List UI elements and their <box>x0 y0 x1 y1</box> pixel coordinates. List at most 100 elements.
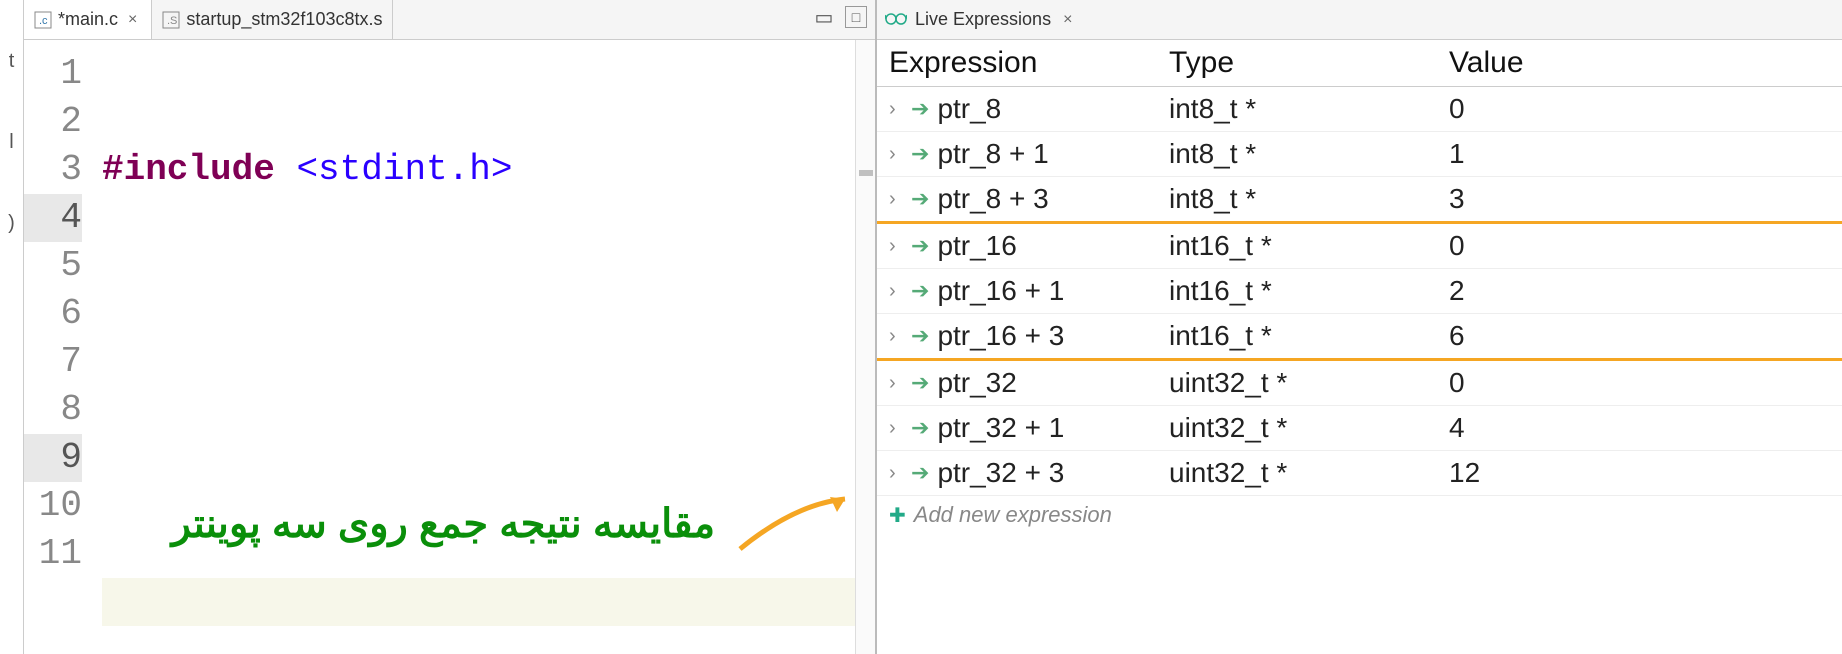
chevron-right-icon[interactable]: › <box>889 462 903 485</box>
expression-text: ptr_32 <box>937 367 1016 399</box>
expression-cell[interactable]: › ➔ ptr_32 + 3 <box>889 457 1169 489</box>
pointer-icon: ➔ <box>911 278 929 304</box>
tab-label: startup_stm32f103c8tx.s <box>186 9 382 30</box>
maximize-icon[interactable]: □ <box>845 6 867 28</box>
value-cell: 3 <box>1449 183 1830 215</box>
line-number-gutter: 1 2 3 4 5 6 7 8 9 10 11 <box>24 40 94 654</box>
code-line[interactable] <box>102 290 875 338</box>
live-expressions-tab-bar: Live Expressions × <box>877 0 1842 40</box>
svg-text:.S: .S <box>167 15 177 27</box>
expression-cell[interactable]: ›➔ptr_32 <box>889 367 1169 399</box>
gutter-item: ) <box>8 212 15 235</box>
type-cell: int16_t * <box>1169 320 1449 352</box>
pointer-icon: ➔ <box>911 96 929 122</box>
line-number: 8 <box>24 386 82 434</box>
pointer-icon: ➔ <box>911 415 929 441</box>
pointer-icon: ➔ <box>911 141 929 167</box>
chevron-right-icon[interactable]: › <box>889 325 903 348</box>
line-number: 4 <box>24 194 82 242</box>
editor-window-controls: ▭ □ <box>813 6 867 28</box>
type-cell: uint32_t * <box>1169 367 1449 399</box>
expression-cell[interactable]: › ➔ ptr_16 + 3 <box>889 320 1169 352</box>
chevron-right-icon[interactable]: › <box>889 98 903 121</box>
value-cell: 12 <box>1449 457 1830 489</box>
table-row[interactable]: › ➔ ptr_32 + 3 uint32_t *12 <box>877 451 1842 496</box>
chevron-right-icon[interactable]: › <box>889 280 903 303</box>
line-number: 10 <box>24 482 82 530</box>
type-cell: uint32_t * <box>1169 457 1449 489</box>
expression-text: ptr_8 <box>937 93 1001 125</box>
live-expressions-pane: Live Expressions × Expression Type Value… <box>876 0 1842 654</box>
expression-cell[interactable]: ›➔ptr_16 + 1 <box>889 275 1169 307</box>
code-editor[interactable]: 1 2 3 4 5 6 7 8 9 10 11 #include <stdint… <box>24 40 875 654</box>
code-line[interactable] <box>102 578 875 626</box>
expression-cell[interactable]: › ➔ ptr_8 + 3 <box>889 183 1169 215</box>
expression-text: ptr_16 + 3 <box>937 320 1064 352</box>
expression-text: ptr_32 + 1 <box>937 412 1064 444</box>
s-file-icon: .S <box>162 11 180 29</box>
col-header-value[interactable]: Value <box>1449 46 1830 80</box>
line-number: 11 <box>24 530 82 578</box>
line-number: 6 <box>24 290 82 338</box>
expression-cell[interactable]: › ➔ ptr_8 + 1 <box>889 138 1169 170</box>
expression-cell[interactable]: › ➔ ptr_8 <box>889 93 1169 125</box>
expression-text: ptr_8 + 3 <box>937 183 1048 215</box>
c-file-icon: .c <box>34 11 52 29</box>
col-header-expression[interactable]: Expression <box>889 46 1169 80</box>
activity-bar: t l ) <box>0 0 24 654</box>
gutter-item: t <box>9 50 15 73</box>
line-number: 9 <box>24 434 82 482</box>
pointer-icon: ➔ <box>911 460 929 486</box>
expression-cell[interactable]: › ➔ ptr_16 <box>889 230 1169 262</box>
add-expression-row[interactable]: ✚ Add new expression <box>877 496 1842 534</box>
type-cell: int16_t * <box>1169 230 1449 262</box>
ruler-mark <box>859 170 873 176</box>
table-row[interactable]: › ➔ ptr_32 + 1 uint32_t *4 <box>877 406 1842 451</box>
line-number: 5 <box>24 242 82 290</box>
table-row[interactable]: › ➔ ptr_16 int16_t *0 <box>877 224 1842 269</box>
type-cell: uint32_t * <box>1169 412 1449 444</box>
table-row[interactable]: › ➔ ptr_8 + 1 int8_t *1 <box>877 132 1842 177</box>
table-row[interactable]: › ➔ ptr_16 + 3 int16_t *6 <box>877 314 1842 361</box>
minimize-icon[interactable]: ▭ <box>813 6 835 28</box>
col-header-type[interactable]: Type <box>1169 46 1449 80</box>
value-cell: 2 <box>1449 275 1830 307</box>
chevron-right-icon[interactable]: › <box>889 417 903 440</box>
expression-text: ptr_16 <box>937 230 1016 262</box>
value-cell: 1 <box>1449 138 1830 170</box>
value-cell: 4 <box>1449 412 1830 444</box>
chevron-right-icon[interactable]: › <box>889 372 903 395</box>
code-content[interactable]: #include <stdint.h> uint32_t * ptr_32 = … <box>94 40 875 654</box>
chevron-right-icon[interactable]: › <box>889 235 903 258</box>
table-row[interactable]: ›➔ptr_16 + 1int16_t *2 <box>877 269 1842 314</box>
glasses-icon <box>885 9 907 30</box>
gutter-item: l <box>9 131 13 154</box>
code-line[interactable] <box>102 434 875 482</box>
table-row[interactable]: ›➔ptr_8 + 3int8_t *3 <box>877 177 1842 224</box>
value-cell: 0 <box>1449 230 1830 262</box>
pointer-icon: ➔ <box>911 186 929 212</box>
chevron-right-icon[interactable]: › <box>889 188 903 211</box>
editor-tab-startup-s[interactable]: .S startup_stm32f103c8tx.s <box>152 0 393 39</box>
expression-cell[interactable]: › ➔ ptr_32 + 1 <box>889 412 1169 444</box>
expression-text: ptr_32 + 3 <box>937 457 1064 489</box>
chevron-right-icon[interactable]: › <box>889 143 903 166</box>
expression-text: ptr_8 + 1 <box>937 138 1048 170</box>
editor-tab-main-c[interactable]: .c *main.c × <box>24 0 152 39</box>
pointer-icon: ➔ <box>911 323 929 349</box>
close-icon[interactable]: × <box>1063 11 1072 29</box>
panel-title: Live Expressions <box>915 9 1051 30</box>
line-number: 1 <box>24 50 82 98</box>
code-line[interactable]: #include <stdint.h> <box>102 146 875 194</box>
type-cell: int8_t * <box>1169 138 1449 170</box>
editor-tab-bar: .c *main.c × .S startup_stm32f103c8tx.s … <box>24 0 875 40</box>
overview-ruler[interactable] <box>855 40 875 654</box>
value-cell: 6 <box>1449 320 1830 352</box>
table-row[interactable]: ›➔ptr_32uint32_t *0 <box>877 361 1842 406</box>
table-row[interactable]: ›➔ptr_8int8_t *0 <box>877 87 1842 132</box>
type-cell: int8_t * <box>1169 93 1449 125</box>
close-icon[interactable]: × <box>124 11 141 29</box>
editor-pane: .c *main.c × .S startup_stm32f103c8tx.s … <box>24 0 876 654</box>
pointer-icon: ➔ <box>911 233 929 259</box>
value-cell: 0 <box>1449 367 1830 399</box>
